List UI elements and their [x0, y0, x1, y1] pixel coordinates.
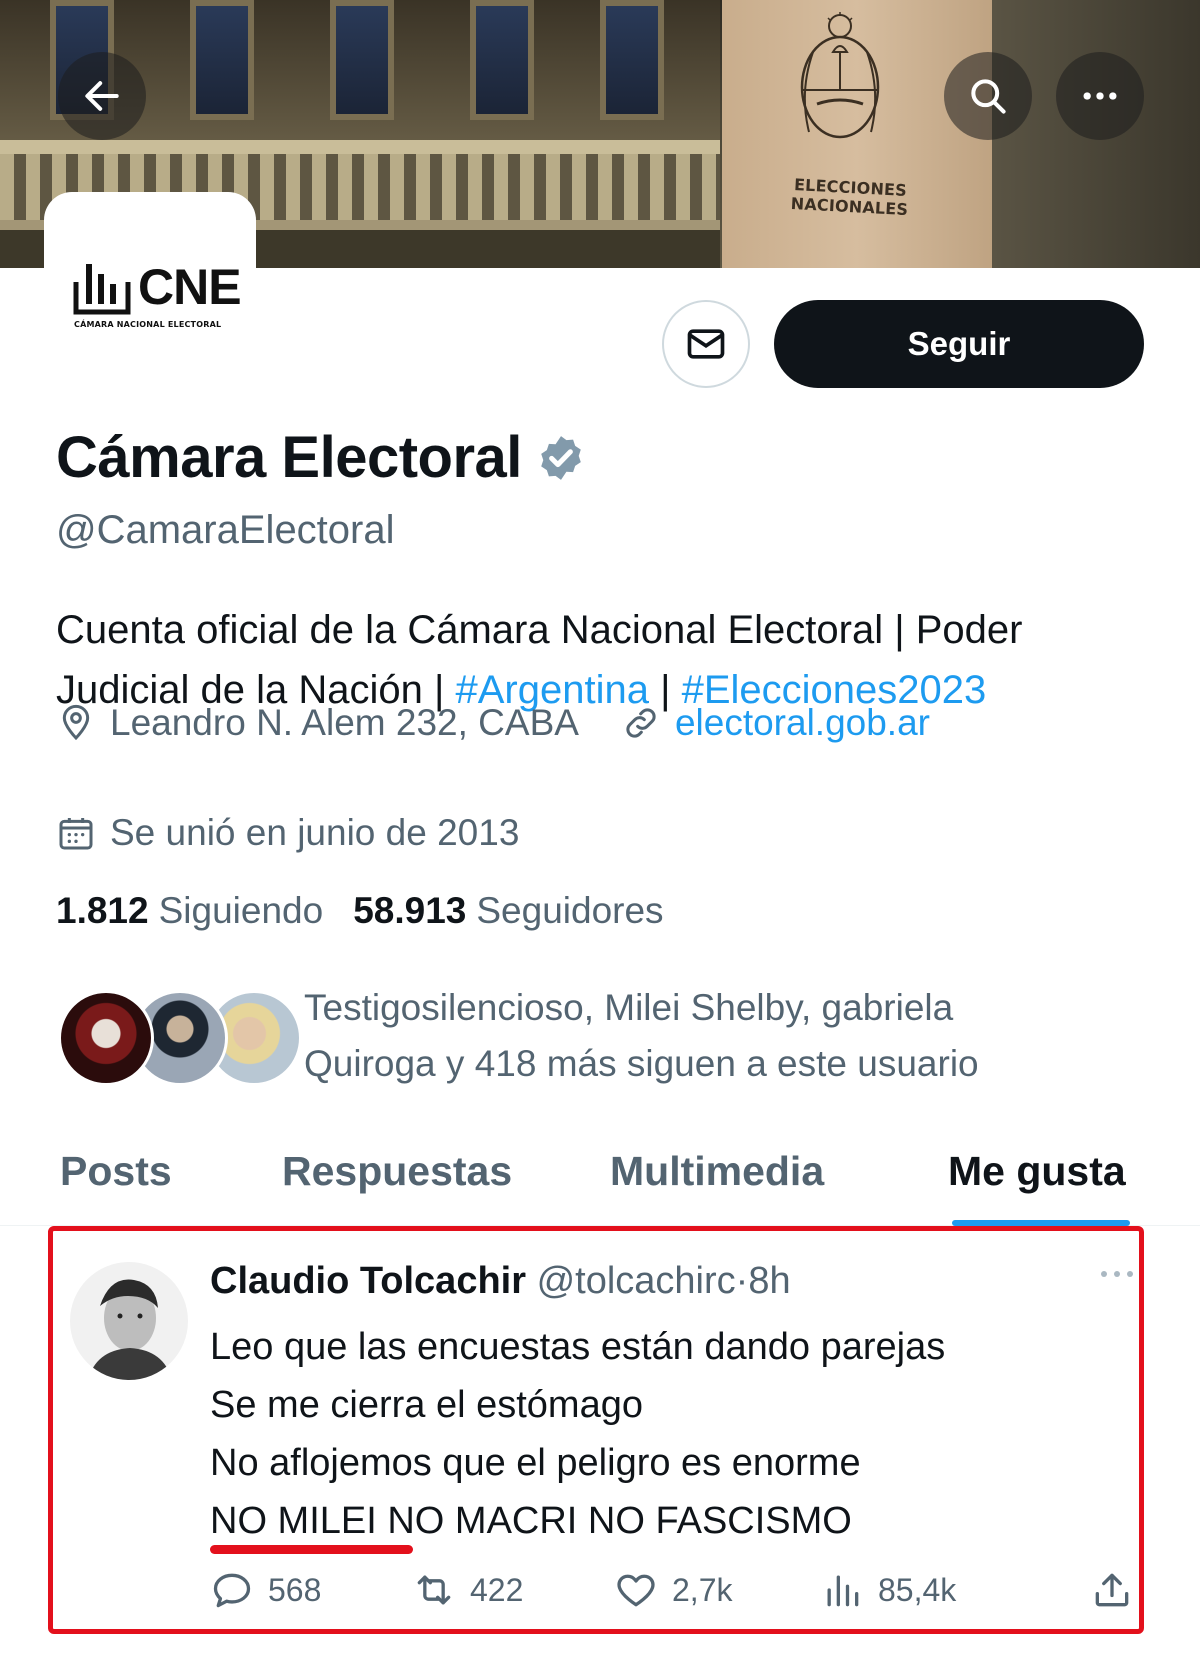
tweet-actions: 568 422 2,7k 85,4k: [210, 1568, 1140, 1618]
tweet-line: Se me cierra el estómago: [210, 1384, 643, 1426]
profile-avatar[interactable]: CNE CÁMARA NACIONAL ELECTORAL: [44, 192, 256, 404]
repost-count: 422: [470, 1571, 524, 1608]
tweet-author-name[interactable]: Claudio Tolcachir: [210, 1260, 526, 1302]
avatar: [70, 1262, 188, 1380]
banner-window: [600, 0, 664, 120]
known-followers-text[interactable]: Testigosilencioso, Milei Shelby, gabriel…: [304, 980, 1164, 1092]
views-chart-icon: [827, 1575, 859, 1607]
verified-badge-icon[interactable]: [536, 433, 586, 483]
share-button[interactable]: [1090, 1568, 1148, 1612]
known-followers-avatars[interactable]: [58, 990, 302, 1090]
tab-likes[interactable]: Me gusta: [948, 1148, 1126, 1195]
profile-location: Leandro N. Alem 232, CABA: [110, 702, 579, 743]
profile-joined-row: Se unió en junio de 2013: [56, 812, 519, 854]
reply-count: 568: [268, 1571, 322, 1608]
tweet-header: Claudio Tolcachir @tolcachirc·8h: [210, 1260, 791, 1303]
logo-text: CNE: [138, 259, 242, 315]
views-button[interactable]: 85,4k: [820, 1568, 956, 1612]
profile-tabs: Posts Respuestas Multimedia Me gusta: [0, 1130, 1200, 1226]
banner-window: [470, 0, 534, 120]
followers-link[interactable]: 58.913 Seguidores: [353, 890, 663, 932]
tweet-line: Leo que las encuestas están dando pareja…: [210, 1326, 946, 1368]
profile-handle: @CamaraElectoral: [56, 508, 395, 552]
logo-subtitle: CÁMARA NACIONAL ELECTORAL: [74, 320, 222, 329]
red-underline-annotation: [210, 1545, 413, 1554]
reply-button[interactable]: 568: [210, 1568, 321, 1612]
arrow-left-icon: [85, 81, 119, 111]
tab-posts[interactable]: Posts: [60, 1148, 172, 1195]
profile-website-link[interactable]: electoral.gob.ar: [675, 702, 930, 744]
envelope-icon: [687, 329, 725, 359]
share-icon: [1095, 1573, 1129, 1607]
more-horizontal-icon[interactable]: [1098, 1264, 1136, 1284]
calendar-icon: [59, 818, 93, 850]
tweet-line: No aflojemos que el peligro es enorme: [210, 1442, 861, 1484]
message-button[interactable]: [662, 300, 750, 388]
profile-name-row: Cámara Electoral: [56, 424, 586, 491]
location-pin-icon: [62, 704, 90, 741]
profile-meta-row: Leandro N. Alem 232, CABA electoral.gob.…: [56, 702, 930, 744]
repost-button[interactable]: 422: [412, 1568, 523, 1612]
tab-replies[interactable]: Respuestas: [282, 1148, 512, 1195]
back-button[interactable]: [58, 52, 146, 140]
repost-icon: [417, 1575, 451, 1605]
followers-label: Seguidores: [476, 890, 664, 931]
known-followers-line: Testigosilencioso, Milei Shelby, gabriel…: [304, 987, 954, 1028]
search-button[interactable]: [944, 52, 1032, 140]
like-count: 2,7k: [672, 1571, 733, 1608]
heart-icon: [617, 1574, 655, 1607]
reply-icon: [213, 1573, 251, 1608]
like-button[interactable]: 2,7k: [614, 1568, 732, 1612]
display-name: Cámara Electoral: [56, 425, 522, 490]
tweet-author-handle[interactable]: @tolcachirc: [537, 1260, 736, 1302]
more-horizontal-icon: [1083, 92, 1117, 100]
views-count: 85,4k: [878, 1571, 957, 1608]
following-link[interactable]: 1.812 Siguiendo: [56, 890, 323, 932]
more-options-button[interactable]: [1056, 52, 1144, 140]
avatar: [58, 990, 154, 1086]
following-label: Siguiendo: [158, 890, 324, 931]
tweet-time[interactable]: 8h: [748, 1260, 790, 1302]
tweet-line: NO MILEI NO MACRI NO FASCISMO: [210, 1500, 852, 1542]
tweet-separator: ·: [735, 1260, 749, 1302]
follow-button[interactable]: Seguir: [774, 300, 1144, 388]
national-seal-icon: [800, 12, 880, 139]
link-icon: [626, 708, 656, 738]
profile-joined-date: Se unió en junio de 2013: [110, 812, 520, 853]
banner-window: [190, 0, 254, 120]
tweet-author-avatar[interactable]: [70, 1262, 188, 1380]
follow-counts: 1.812 Siguiendo 58.913 Seguidores: [56, 890, 664, 932]
followers-count: 58.913: [353, 890, 467, 931]
tab-media[interactable]: Multimedia: [610, 1148, 824, 1195]
known-followers-line: Quiroga y 418 más siguen a este usuario: [304, 1043, 979, 1084]
following-count: 1.812: [56, 890, 149, 931]
tweet-text[interactable]: Leo que las encuestas están dando pareja…: [210, 1318, 945, 1550]
banner-window: [330, 0, 394, 120]
search-icon: [971, 79, 1006, 114]
